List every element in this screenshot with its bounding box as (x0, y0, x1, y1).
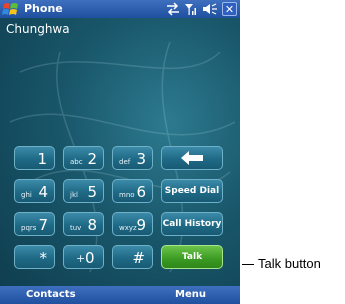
contacts-soft-key[interactable]: Contacts (26, 289, 76, 300)
key-letters: ghi (21, 191, 32, 199)
volume-icon[interactable] (202, 2, 218, 16)
key-digit: 0 (85, 249, 95, 267)
menu-soft-key[interactable]: Menu (175, 289, 206, 300)
call-history-button[interactable]: Call History (161, 212, 223, 236)
key-letters: def (119, 158, 131, 166)
talk-label: Talk (181, 252, 203, 262)
key-8[interactable]: tuv 8 (63, 212, 104, 236)
title-bar: Phone ✕ (0, 0, 240, 18)
key-letters: wxyz (119, 224, 137, 232)
key-digit: 2 (87, 150, 97, 168)
key-letters: jkl (70, 191, 78, 199)
key-digit: 3 (136, 150, 146, 168)
key-letters: + (76, 252, 86, 265)
callout-label: Talk button (258, 256, 321, 271)
close-icon: ✕ (224, 3, 235, 16)
key-star[interactable]: * (14, 245, 55, 269)
key-digit: # (132, 249, 145, 267)
key-6[interactable]: mno 6 (112, 179, 153, 203)
key-digit: 7 (38, 216, 48, 234)
key-4[interactable]: ghi 4 (14, 179, 55, 203)
operator-name: Chunghwa (6, 22, 70, 36)
key-digit: 9 (136, 216, 146, 234)
backspace-arrow-icon (181, 151, 203, 165)
key-0[interactable]: +0 (63, 245, 104, 269)
backspace-button[interactable] (161, 146, 223, 170)
key-digit: * (39, 249, 48, 267)
key-2[interactable]: abc 2 (63, 146, 104, 170)
key-1[interactable]: 1 (14, 146, 55, 170)
key-3[interactable]: def 3 (112, 146, 153, 170)
windows-start-icon[interactable] (2, 1, 20, 17)
key-hash[interactable]: # (112, 245, 153, 269)
key-digit: 4 (38, 183, 48, 201)
close-button[interactable]: ✕ (222, 2, 237, 16)
key-9[interactable]: wxyz 9 (112, 212, 153, 236)
key-7[interactable]: pqrs 7 (14, 212, 55, 236)
speed-dial-label: Speed Dial (164, 186, 220, 196)
soft-key-bar: Contacts Menu (0, 286, 240, 304)
key-letters: mno (119, 191, 135, 199)
key-letters: abc (70, 158, 83, 166)
key-5[interactable]: jkl 5 (63, 179, 104, 203)
phone-screen: Phone ✕ Chunghwa 1 abc 2 def 3 ghi 4 jkl… (0, 0, 240, 304)
key-letters: pqrs (21, 224, 37, 232)
signal-icon[interactable] (184, 2, 198, 16)
key-digit: 5 (87, 183, 97, 201)
call-history-label: Call History (162, 219, 222, 229)
connectivity-icon[interactable] (166, 2, 180, 16)
key-letters: tuv (70, 224, 82, 232)
speed-dial-button[interactable]: Speed Dial (161, 179, 223, 203)
app-title: Phone (24, 2, 63, 15)
talk-button[interactable]: Talk (161, 245, 223, 269)
callout-line (242, 264, 254, 265)
key-digit: 8 (87, 216, 97, 234)
key-digit: 1 (37, 150, 47, 168)
key-digit: 6 (136, 183, 146, 201)
